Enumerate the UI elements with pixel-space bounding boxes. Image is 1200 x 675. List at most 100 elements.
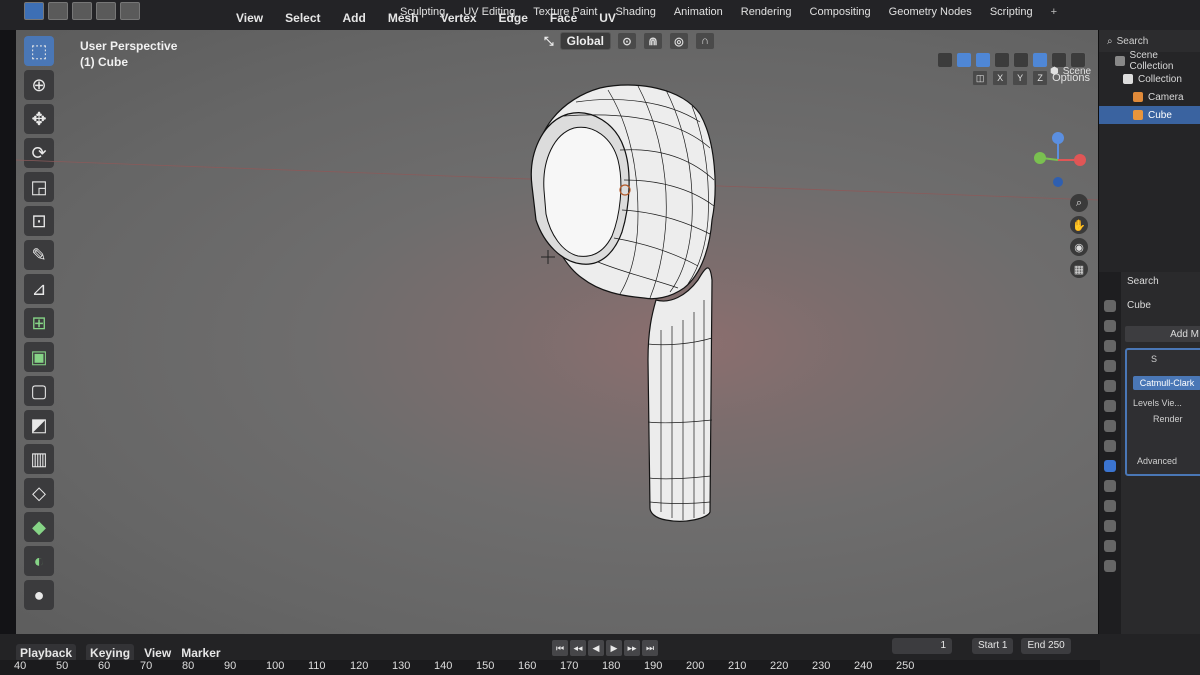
ruler-tick: 50 [56,660,69,672]
menu-select[interactable]: Select [285,11,320,25]
jump-end-icon[interactable]: ⏭ [642,640,658,656]
filter-icon[interactable]: ⌕ [1107,36,1113,47]
playback-controls: ⏮ ◂◂ ◀ ▶ ▸▸ ⏭ [552,640,658,656]
current-frame-field[interactable]: 1 [892,638,952,654]
stem-surface [647,267,713,522]
outliner-panel: ⌕ Search Scene Collection Collection Cam… [1098,30,1200,272]
pan-hand-icon[interactable]: ✋ [1070,216,1088,234]
particles-tab-icon[interactable] [1104,480,1116,492]
z-axis-icon[interactable] [1052,132,1064,144]
menu-mesh[interactable]: Mesh [388,11,419,25]
ruler-tick: 120 [350,660,369,672]
ruler-tick: 80 [182,660,195,672]
ruler-tick: 180 [602,660,621,672]
mode-dropdown-icon[interactable] [120,2,140,20]
menu-add[interactable]: Add [343,11,366,25]
3d-viewport[interactable]: View Select Add Mesh Vertex Edge Face UV… [16,11,1098,634]
prev-key-icon[interactable]: ◂◂ [570,640,586,656]
ruler-tick: 130 [392,660,411,672]
ruler-tick: 220 [770,660,789,672]
material-tab-icon[interactable] [1104,560,1116,572]
ruler-tick: 60 [98,660,111,672]
view-layer-tab-icon[interactable] [1104,360,1116,372]
properties-content: Search Cube Add M S Catmull-Clark Levels… [1123,272,1200,634]
earbud-mesh[interactable] [16,30,1098,634]
menu-view[interactable]: View [236,11,263,25]
physics-tab-icon[interactable] [1104,500,1116,512]
ruler-tick: 40 [14,660,27,672]
end-frame-field[interactable]: End 250 [1021,638,1071,654]
tab-compositing[interactable]: Compositing [810,6,871,18]
world-tab-icon[interactable] [1104,400,1116,412]
face-select-icon[interactable] [72,2,92,20]
ortho-grid-icon[interactable]: ▦ [1070,260,1088,278]
render-label: Render [1153,414,1183,424]
object-tab-icon[interactable] [1104,440,1116,452]
camera-view-icon[interactable]: ◉ [1070,238,1088,256]
vertex-select-icon[interactable] [24,2,44,20]
play-icon[interactable]: ▶ [606,640,622,656]
menu-face[interactable]: Face [550,11,577,25]
y-axis-icon[interactable] [1034,152,1046,164]
scene-tab-icon[interactable] [1104,380,1116,392]
overlay-select-icon[interactable] [96,2,116,20]
mesh-icon [1133,110,1143,120]
jump-start-icon[interactable]: ⏮ [552,640,568,656]
ruler-tick: 90 [224,660,237,672]
collection-row[interactable]: Collection [1099,70,1200,88]
modifier-tab-icon[interactable] [1104,460,1116,472]
menu-vertex[interactable]: Vertex [441,11,477,25]
properties-search[interactable]: Search [1127,276,1159,287]
ruler-tick: 100 [266,660,285,672]
modifier-name[interactable]: S [1151,354,1157,364]
add-workspace-button[interactable]: + [1051,6,1057,18]
render-tab-icon[interactable] [1104,320,1116,332]
object-name-label: Cube [1127,300,1151,311]
neg-z-axis-icon[interactable] [1053,177,1063,187]
collection-tab-icon[interactable] [1104,420,1116,432]
navigation-buttons: ⌕ ✋ ◉ ▦ [1070,194,1088,278]
levels-viewport-label: Levels Vie... [1133,398,1182,408]
play-reverse-icon[interactable]: ◀ [588,640,604,656]
catmull-clark-button[interactable]: Catmull-Clark [1133,376,1200,390]
ruler-tick: 170 [560,660,579,672]
ruler-tick: 140 [434,660,453,672]
start-frame-field[interactable]: Start 1 [972,638,1014,654]
advanced-toggle[interactable]: Advanced [1137,456,1177,466]
properties-tabs [1099,272,1121,662]
tool-tab-icon[interactable] [1104,300,1116,312]
cube-row[interactable]: Cube [1099,106,1200,124]
camera-row[interactable]: Camera [1099,88,1200,106]
x-axis-icon[interactable] [1074,154,1086,166]
tab-scripting[interactable]: Scripting [990,6,1033,18]
marker-menu[interactable]: Marker [181,646,220,660]
scene-collection-row[interactable]: Scene Collection [1099,50,1200,72]
tab-shading[interactable]: Shading [615,6,655,18]
collection-box-icon [1123,74,1133,84]
output-tab-icon[interactable] [1104,340,1116,352]
tab-rendering[interactable]: Rendering [741,6,792,18]
tab-animation[interactable]: Animation [674,6,723,18]
timeline-view-menu[interactable]: View [144,646,171,660]
add-modifier-button[interactable]: Add M [1125,326,1200,342]
navigation-gizmo[interactable] [1028,130,1088,190]
outliner-search[interactable]: Search [1117,36,1149,47]
menu-uv[interactable]: UV [599,11,616,25]
scene-selector[interactable]: ⬢ Scene [1050,66,1091,77]
ruler-tick: 150 [476,660,495,672]
ruler-tick: 240 [854,660,873,672]
zoom-icon[interactable]: ⌕ [1070,194,1088,212]
menu-edge[interactable]: Edge [499,11,528,25]
select-mode-buttons [24,2,140,20]
ruler-tick: 160 [518,660,537,672]
data-tab-icon[interactable] [1104,540,1116,552]
tab-geometry-nodes[interactable]: Geometry Nodes [889,6,972,18]
scene-icon: ⬢ [1050,66,1059,77]
frame-ruler[interactable]: 40 50 60 70 80 90 100 110 120 130 140 15… [0,660,1100,675]
edge-select-icon[interactable] [48,2,68,20]
frame-range: Start 1 End 250 [972,638,1071,654]
constraints-tab-icon[interactable] [1104,520,1116,532]
ruler-tick: 200 [686,660,705,672]
next-key-icon[interactable]: ▸▸ [624,640,640,656]
subdivision-modifier: S Catmull-Clark Levels Vie... Render Adv… [1125,348,1200,476]
